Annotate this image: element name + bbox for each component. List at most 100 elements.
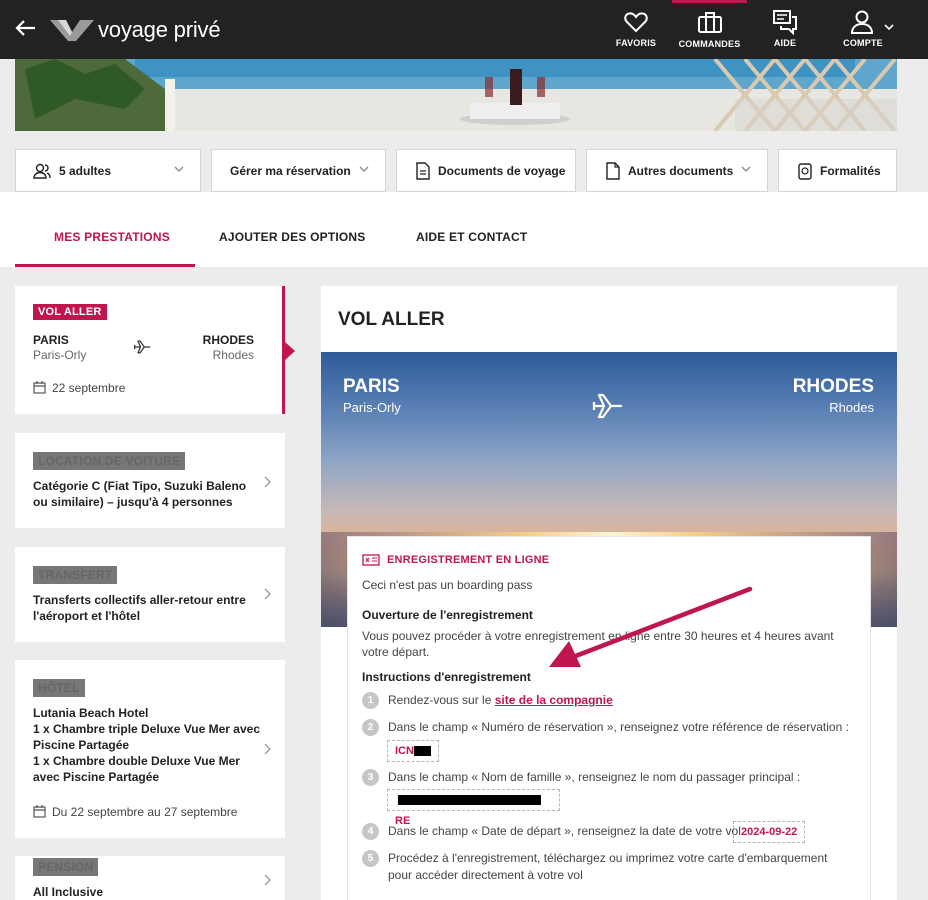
step-number: 5 xyxy=(362,850,379,867)
step-5-text: Procédez à l'enregistrement, téléchargez… xyxy=(388,851,828,882)
board-desc: All Inclusive xyxy=(33,885,104,899)
formalities-label: Formalités xyxy=(820,163,881,178)
calendar-icon xyxy=(33,805,46,818)
transfer-card[interactable]: TRANSFERT Transferts collectifs aller-re… xyxy=(15,547,285,642)
opening-text: Vous pouvez procéder à votre enregistrem… xyxy=(362,629,834,659)
flight-date: 22 septembre xyxy=(52,381,126,395)
tab-mes-prestations[interactable]: MES PRESTATIONS xyxy=(54,230,170,244)
redaction-block xyxy=(413,746,431,757)
flight-card[interactable]: VOL ALLER PARIS Paris-Orly RHODES Rhodes… xyxy=(15,286,285,414)
step-number: 2 xyxy=(362,719,379,736)
step-number: 1 xyxy=(362,692,379,709)
nav-favoris[interactable]: FAVORIS xyxy=(606,0,666,59)
transfer-desc: Transferts collectifs aller-retour entre… xyxy=(33,593,246,623)
hotel-dates: Du 22 septembre au 27 septembre xyxy=(52,805,238,819)
arrival-city: RHODES xyxy=(792,376,874,397)
calendar-icon xyxy=(33,381,46,394)
travel-documents-button[interactable]: Documents de voyage xyxy=(396,149,576,192)
chevron-down-icon xyxy=(359,166,369,172)
panel-title: VOL ALLER xyxy=(338,309,445,330)
flight-to-airport: Rhodes xyxy=(212,348,254,362)
briefcase-icon xyxy=(697,12,722,33)
instructions-heading: Instructions d'enregistrement xyxy=(362,670,531,684)
formalities-button[interactable]: Formalités xyxy=(778,149,897,192)
step-5: 5 Procédez à l'enregistrement, télécharg… xyxy=(362,850,832,884)
logo-v-mark-icon xyxy=(50,20,94,41)
flight-to-city: RHODES xyxy=(202,333,254,347)
manage-reservation-label: Gérer ma réservation xyxy=(230,163,351,178)
chevron-right-icon xyxy=(264,874,271,886)
chevron-right-icon xyxy=(264,588,271,600)
hotel-hero-image xyxy=(15,59,897,131)
chevron-right-icon xyxy=(264,476,271,488)
departure-date-value[interactable]: 2024-09-22 xyxy=(733,821,806,843)
departure-city: PARIS xyxy=(343,376,400,397)
passenger-name-value[interactable]: RE xyxy=(387,789,560,827)
car-rental-desc: Catégorie C (Fiat Tipo, Suzuki Baleno ou… xyxy=(33,479,247,509)
tab-ajouter-options[interactable]: AJOUTER DES OPTIONS xyxy=(219,230,366,244)
tab-aide-contact[interactable]: AIDE ET CONTACT xyxy=(416,230,527,244)
redaction-block xyxy=(398,795,541,806)
travelers-dropdown[interactable]: 5 adultes xyxy=(15,149,201,192)
arrival: RHODES Rhodes xyxy=(793,376,874,415)
ticket-icon xyxy=(362,554,380,566)
opening-heading: Ouverture de l'enregistrement xyxy=(362,608,533,622)
top-navigation-bar: voyage privé FAVORIS COMMANDES AIDE COMP… xyxy=(0,0,928,59)
voyage-prive-logo[interactable]: voyage privé xyxy=(50,17,221,43)
heart-icon xyxy=(624,12,648,33)
section-tabs: MES PRESTATIONS AJOUTER DES OPTIONS AIDE… xyxy=(0,192,928,267)
car-rental-card[interactable]: LOCATION DE VOITURE Catégorie C (Fiat Ti… xyxy=(15,433,285,528)
step-2: 2 Dans le champ « Numéro de réservation … xyxy=(362,719,862,736)
hotel-badge: HÔTEL xyxy=(33,679,85,697)
other-documents-dropdown[interactable]: Autres documents xyxy=(586,149,768,192)
nav-compte-label: COMPTE xyxy=(843,38,883,48)
hotel-room-2: 1 x Chambre double Deluxe Vue Mer avec P… xyxy=(33,754,240,784)
step-2-text: Dans le champ « Numéro de réservation »,… xyxy=(388,720,849,734)
checkin-subtitle: Ceci n'est pas un boarding pass xyxy=(362,578,533,592)
plane-icon xyxy=(134,340,151,354)
airline-site-link[interactable]: site de la compagnie xyxy=(495,692,613,709)
hotel-name: Lutania Beach Hotel xyxy=(33,706,149,720)
chat-icon xyxy=(773,10,797,35)
step-1-text: Rendez-vous sur le xyxy=(388,693,492,707)
flight-badge: VOL ALLER xyxy=(33,304,107,320)
booking-reference-value[interactable]: ICN xyxy=(387,740,439,762)
chevron-down-icon xyxy=(884,24,894,31)
travelers-label: 5 adultes xyxy=(59,163,112,178)
passport-icon xyxy=(798,162,812,180)
plane-icon xyxy=(592,393,623,419)
users-icon xyxy=(33,163,51,179)
flight-from-city: PARIS xyxy=(33,333,69,347)
departure-airport: Paris-Orly xyxy=(343,400,401,415)
file-icon xyxy=(606,161,620,180)
nav-aide[interactable]: AIDE xyxy=(756,0,814,59)
nav-commandes-label: COMMANDES xyxy=(678,39,741,49)
back-arrow-icon[interactable] xyxy=(14,16,38,40)
chevron-right-icon xyxy=(264,743,271,755)
flight-detail-panel: VOL ALLER PARIS Paris-Orly RHODES Rhodes… xyxy=(321,286,897,900)
selected-card-pointer xyxy=(285,342,295,360)
car-rental-badge: LOCATION DE VOITURE xyxy=(33,452,186,470)
step-number: 3 xyxy=(362,769,379,786)
manage-reservation-dropdown[interactable]: Gérer ma réservation xyxy=(211,149,386,192)
checkin-title: ENREGISTREMENT EN LIGNE xyxy=(362,554,549,566)
hotel-card[interactable]: HÔTEL Lutania Beach Hotel 1 x Chambre tr… xyxy=(15,660,285,838)
transfer-badge: TRANSFERT xyxy=(33,566,118,584)
board-card[interactable]: PENSION All Inclusive xyxy=(15,856,285,900)
nav-commandes[interactable]: COMMANDES xyxy=(672,0,747,59)
active-tab-indicator xyxy=(15,264,195,267)
logo-text: voyage privé xyxy=(98,17,221,42)
arrival-airport: Rhodes xyxy=(829,400,874,415)
chevron-down-icon xyxy=(174,166,184,172)
pool-scene-illustration xyxy=(15,59,897,131)
board-badge: PENSION xyxy=(33,858,99,876)
online-checkin-box: ENREGISTREMENT EN LIGNE Ceci n'est pas u… xyxy=(348,537,870,900)
step-1: 1 Rendez-vous sur le site de la compagni… xyxy=(362,692,613,709)
other-documents-label: Autres documents xyxy=(628,163,734,178)
nav-compte[interactable]: COMPTE xyxy=(830,0,908,59)
nav-favoris-label: FAVORIS xyxy=(615,38,657,48)
nav-aide-label: AIDE xyxy=(773,38,797,48)
hotel-room-1: 1 x Chambre triple Deluxe Vue Mer avec P… xyxy=(33,722,260,752)
step-3: 3 Dans le champ « Nom de famille », rens… xyxy=(362,769,862,786)
step-3-text: Dans le champ « Nom de famille », rensei… xyxy=(388,770,801,784)
